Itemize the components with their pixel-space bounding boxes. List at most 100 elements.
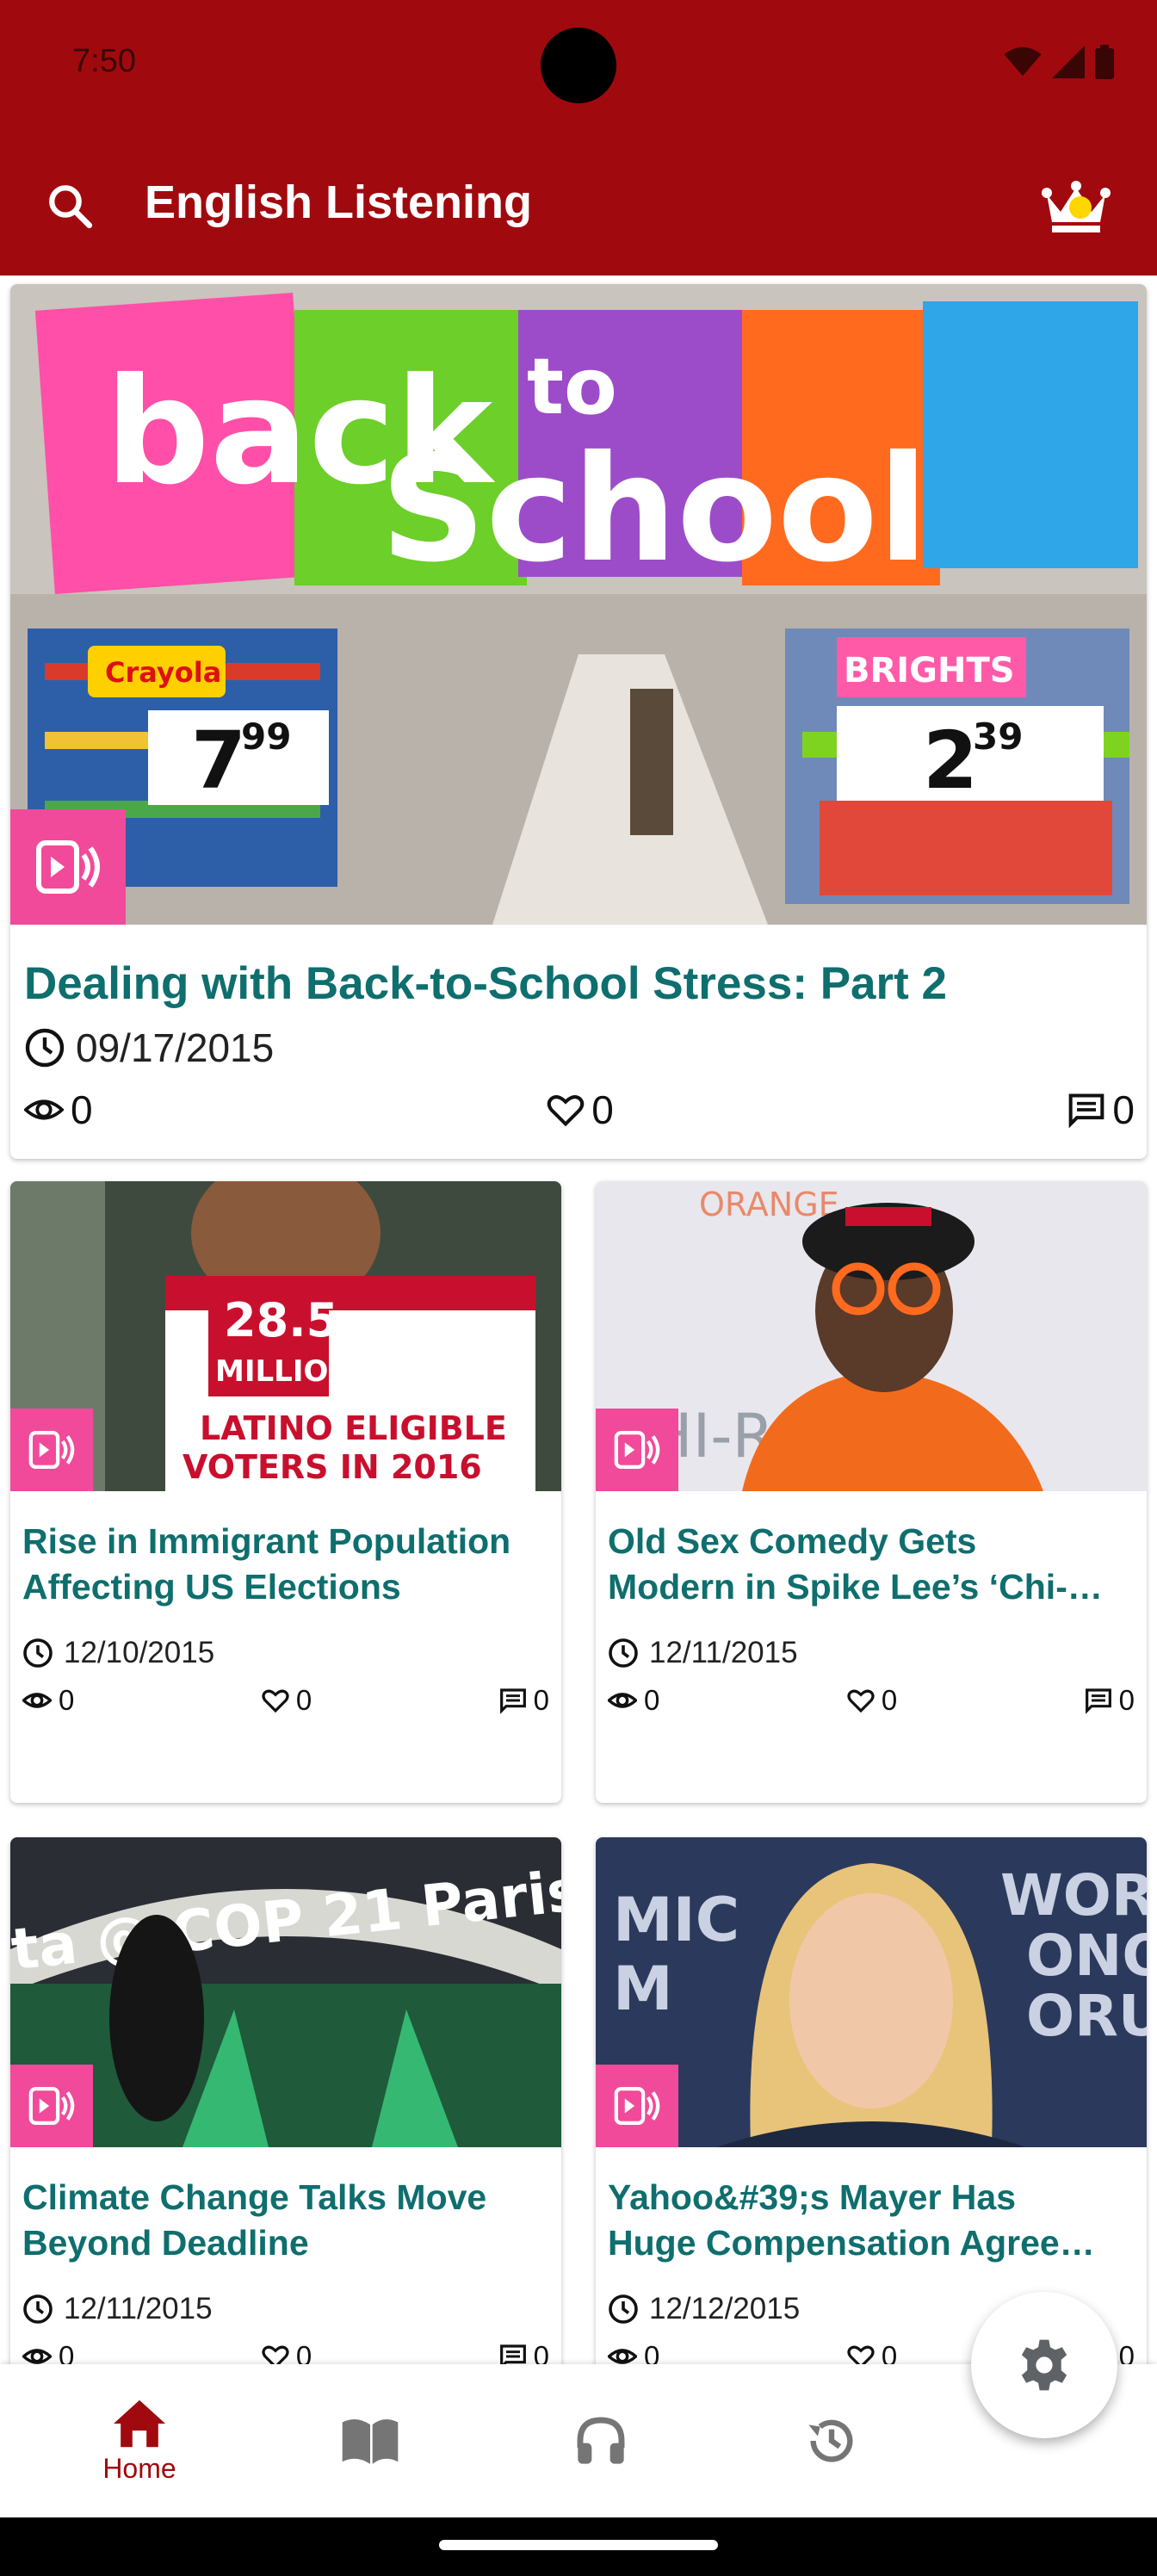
likes-count: 0 <box>881 1684 898 1716</box>
image-price-2-dollars: 2 <box>923 715 978 807</box>
likes-stat[interactable]: 0 <box>547 1087 614 1133</box>
status-icons <box>1004 45 1114 79</box>
lesson-title-line-2: Affecting US Elections <box>22 1567 401 1607</box>
lesson-title-line-1: Climate Change Talks Move <box>22 2177 487 2217</box>
nav-item-history[interactable] <box>716 2364 947 2517</box>
lesson-date-row: 12/11/2015 <box>608 1636 798 1670</box>
views-count: 0 <box>644 1684 660 1716</box>
lesson-title-line-1: Yahoo&#39;s Mayer Has <box>608 2177 1017 2217</box>
app-bar: English Listening <box>0 129 1157 276</box>
audio-icon <box>28 2086 75 2126</box>
eye-icon <box>608 1693 637 1708</box>
featured-date: 09/17/2015 <box>76 1025 275 1070</box>
image-lettering-million: MILLION <box>215 1354 353 1389</box>
comments-count: 0 <box>1112 1087 1135 1132</box>
image-lettering-worl: WORL <box>1000 1862 1147 1929</box>
camera-cutout <box>541 28 616 103</box>
lesson-title-line-2: Huge Compensation Agree… <box>608 2223 1095 2263</box>
image-price-2-cents: 39 <box>973 715 1023 758</box>
settings-fab[interactable] <box>971 2292 1117 2438</box>
settings-icon <box>1021 2339 1067 2391</box>
lesson-title-line-1: Old Sex Comedy Gets <box>608 1521 977 1561</box>
comments-count: 0 <box>533 1684 549 1716</box>
image-lettering-orange: ORANGE <box>699 1186 839 1223</box>
clock-icon <box>609 2294 638 2324</box>
comments-count: 0 <box>1118 1684 1135 1716</box>
clock-icon <box>23 1638 53 1668</box>
image-lettering-voters: VOTERS IN 2016 <box>183 1448 482 1486</box>
lesson-date: 12/11/2015 <box>64 2292 213 2325</box>
home-icon <box>114 2400 165 2447</box>
image-price-1-cents: 99 <box>241 715 291 758</box>
lesson-card[interactable]: ORANGE HI-RA Old Sex Comedy Gets Modern … <box>596 1181 1147 1803</box>
book-icon <box>342 2419 399 2464</box>
comments-stat[interactable]: 0 <box>1085 1684 1135 1717</box>
lesson-image: 28.5 MILLION LATINO ELIGIBLE VOTERS IN 2… <box>10 1181 561 1491</box>
likes-stat[interactable]: 0 <box>847 1684 897 1717</box>
image-lettering-28-5: 28.5 <box>224 1293 338 1347</box>
lesson-date: 12/12/2015 <box>649 2292 801 2325</box>
image-lettering-school: School <box>381 424 928 595</box>
lesson-image: MIC M WORL ONO ORU <box>596 1837 1147 2147</box>
image-lettering-ono: ONO <box>1026 1923 1147 1989</box>
audio-icon <box>28 1430 75 1470</box>
wifi-icon <box>1004 46 1042 77</box>
history-icon <box>808 2419 853 2462</box>
lesson-date-row: 12/10/2015 <box>22 1636 214 1670</box>
heart-icon <box>547 1095 585 1127</box>
lesson-date-row: 12/12/2015 <box>608 2292 800 2326</box>
headphones-icon <box>577 2417 625 2464</box>
audio-badge <box>10 809 126 925</box>
likes-count: 0 <box>295 1684 312 1716</box>
heart-icon <box>262 1689 289 1713</box>
lesson-title-line-2: Modern in Spike Lee’s ‘Chi-… <box>608 1567 1103 1607</box>
lesson-stats-row: 0 0 0 <box>22 1684 549 1717</box>
clock-icon <box>23 2294 53 2324</box>
featured-image: back to School Crayola 7 99 BRIGHTS 2 39 <box>10 284 1147 925</box>
image-lettering-oru: ORU <box>1026 1983 1147 2049</box>
battery-icon <box>1095 45 1114 79</box>
nav-label-home: Home <box>102 2452 176 2484</box>
featured-stats-row: 0 0 0 <box>24 1087 1135 1133</box>
clock-icon <box>25 1028 65 1068</box>
lesson-date-row: 12/11/2015 <box>22 2292 213 2326</box>
image-lettering-latino: LATINO ELIGIBLE <box>200 1409 507 1447</box>
nav-item-home[interactable]: Home <box>24 2364 255 2517</box>
nav-item-listening[interactable] <box>486 2364 716 2517</box>
views-stat: 0 <box>608 1684 659 1717</box>
comments-stat[interactable]: 0 <box>1067 1087 1135 1133</box>
image-lettering-mic: MIC <box>613 1885 739 1955</box>
lesson-card[interactable]: 28.5 MILLION LATINO ELIGIBLE VOTERS IN 2… <box>10 1181 561 1803</box>
featured-lesson-card[interactable]: back to School Crayola 7 99 BRIGHTS 2 39… <box>10 284 1147 1159</box>
views-count: 0 <box>59 1684 75 1716</box>
comment-icon <box>499 1688 526 1714</box>
audio-icon <box>614 1430 660 1470</box>
likes-count: 0 <box>591 1087 614 1132</box>
lesson-image: ORANGE HI-RA <box>596 1181 1147 1491</box>
audio-badge <box>10 1409 93 1491</box>
audio-badge <box>596 1409 678 1491</box>
nav-item-lessons[interactable] <box>255 2364 486 2517</box>
search-button[interactable] <box>36 172 105 241</box>
audio-badge <box>10 2065 93 2147</box>
lesson-title-line-1: Rise in Immigrant Population <box>22 1521 511 1561</box>
likes-stat[interactable]: 0 <box>262 1684 312 1717</box>
featured-title: Dealing with Back-to-School Stress: Part… <box>24 958 948 1009</box>
comments-stat[interactable]: 0 <box>499 1684 549 1717</box>
image-lettering-m: M <box>613 1954 673 2024</box>
eye-icon <box>22 1693 52 1708</box>
comment-icon <box>1069 1093 1104 1129</box>
premium-button[interactable] <box>1035 172 1117 241</box>
views-count: 0 <box>71 1087 93 1132</box>
home-gesture-handle[interactable] <box>439 2540 718 2550</box>
image-price-1-dollars: 7 <box>191 715 246 807</box>
lesson-image: ta @ COP 21 Paris <box>10 1837 561 2147</box>
eye-icon <box>24 1099 64 1120</box>
featured-date-row: 09/17/2015 <box>24 1025 274 1071</box>
image-lettering-brights: BRIGHTS <box>844 651 1015 690</box>
views-stat: 0 <box>24 1087 93 1133</box>
app-title: English Listening <box>145 176 533 228</box>
audio-badge <box>596 2065 678 2147</box>
image-lettering-crayola: Crayola <box>105 656 221 689</box>
lesson-title: Old Sex Comedy Gets Modern in Spike Lee’… <box>608 1519 1135 1610</box>
